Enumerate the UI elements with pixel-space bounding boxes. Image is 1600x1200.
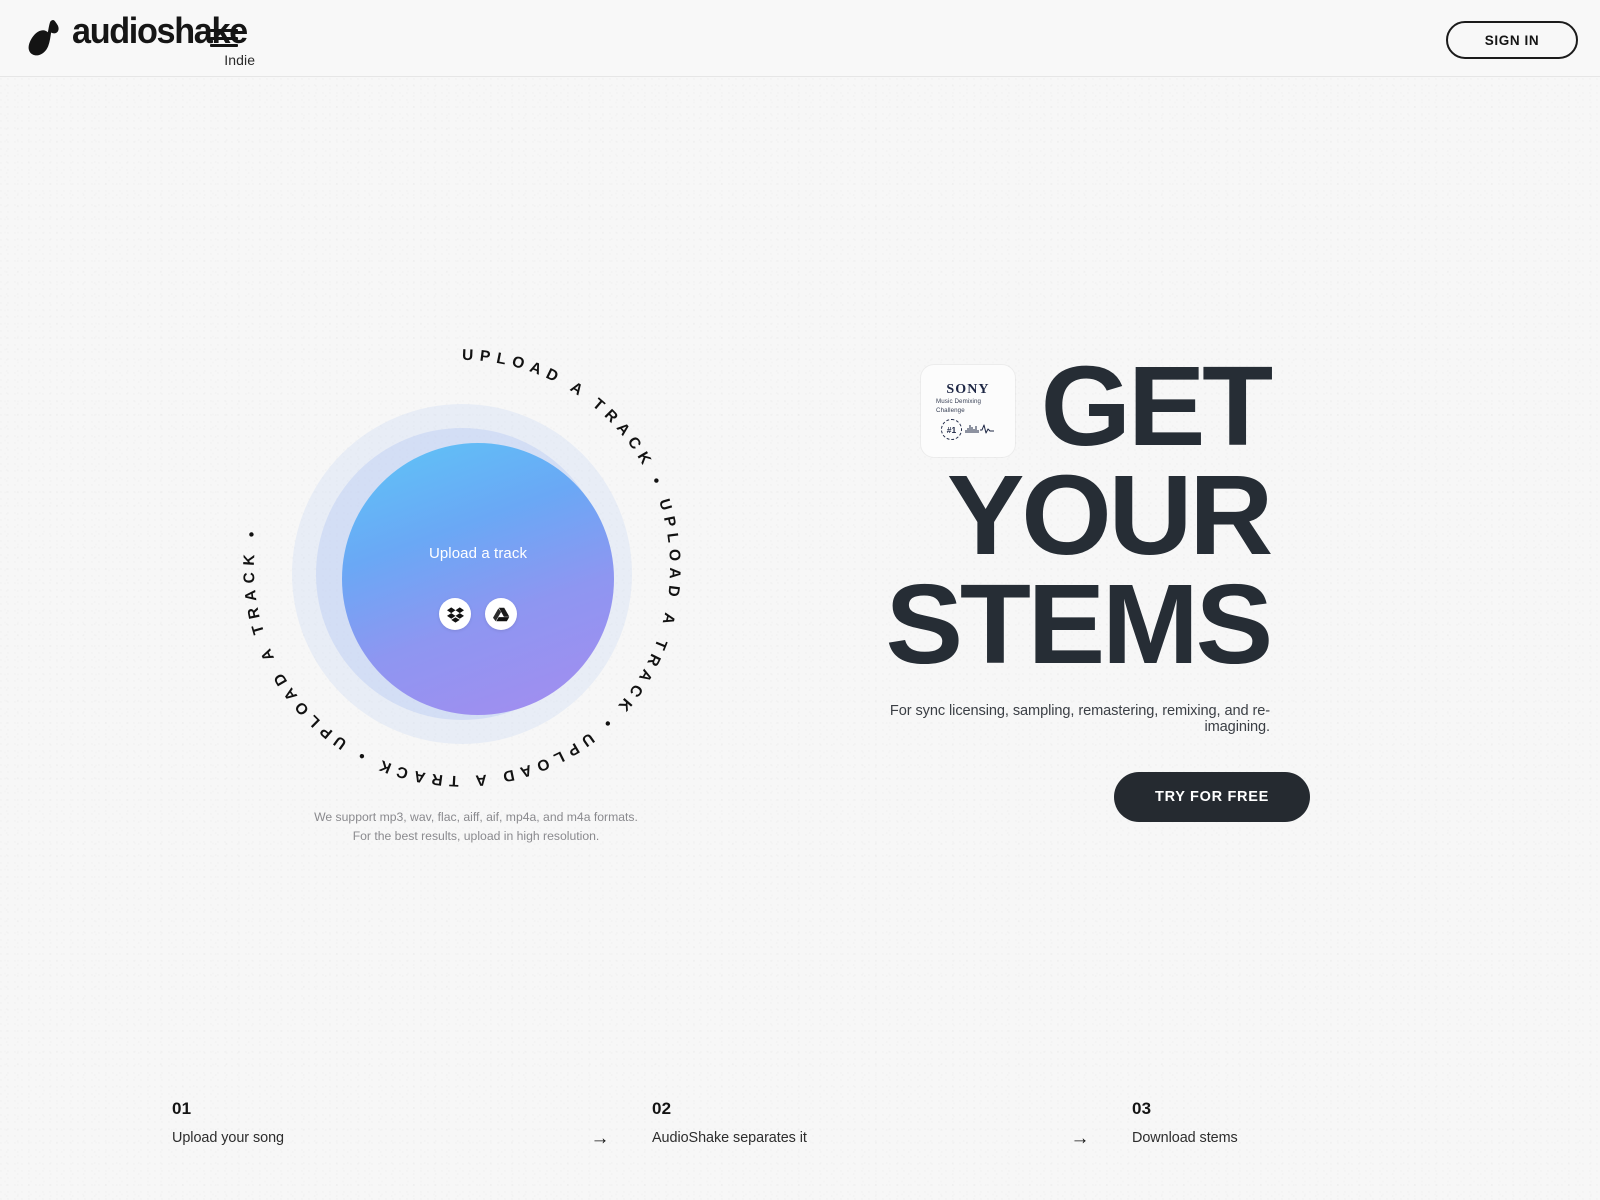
upload-dropzone-button[interactable]: Upload a track: [342, 443, 614, 715]
brand-plan-label: Indie: [224, 51, 256, 68]
step-item: 03 Download stems: [1110, 1100, 1530, 1146]
step-item: 01 Upload your song: [150, 1100, 570, 1146]
try-for-free-button[interactable]: TRY FOR FREE: [1114, 772, 1310, 822]
step-item: 02 AudioShake separates it: [630, 1100, 1050, 1146]
headline-line-1: GET: [1040, 343, 1274, 469]
formats-line-2: For the best results, upload in high res…: [352, 828, 600, 843]
audioshake-note-logo: [28, 20, 59, 56]
hamburger-menu-icon[interactable]: [210, 26, 238, 50]
upload-dropzone-label: Upload a track: [428, 545, 528, 562]
step-label: Upload your song: [172, 1130, 284, 1146]
headline-line-2: YOUR: [946, 452, 1273, 579]
supported-formats-note: We support mp3, wav, flac, aiff, aif, mp…: [176, 808, 776, 845]
upload-zone: UPLOAD A TRACK • UPLOAD A TRACK • UPLOAD…: [216, 318, 736, 858]
arrow-right-icon: →: [1070, 1128, 1090, 1149]
arrow-right-icon: →: [590, 1128, 610, 1149]
google-drive-icon[interactable]: [485, 598, 517, 630]
headline-line-3: STEMS: [885, 561, 1274, 688]
sign-in-button[interactable]: SIGN IN: [1446, 21, 1578, 59]
step-label: AudioShake separates it: [652, 1130, 807, 1146]
step-label: Download stems: [1132, 1130, 1238, 1146]
hero-section: SONY Music Demixing Challenge #1 GET YOU…: [840, 349, 1310, 822]
step-number: 02: [652, 1099, 672, 1118]
formats-line-1: We support mp3, wav, flac, aiff, aif, mp…: [314, 810, 638, 824]
step-number: 01: [172, 1099, 192, 1118]
hamburger-bar: [210, 29, 238, 32]
google-drive-glyph: [492, 607, 509, 621]
dropbox-glyph: [446, 606, 464, 623]
hamburger-bar: [210, 36, 238, 40]
how-it-works-steps: 01 Upload your song → 02 AudioShake sepa…: [0, 1100, 1600, 1200]
site-header: audioshake Indie SIGN IN: [0, 0, 1600, 77]
hero-subtitle: For sync licensing, sampling, remasterin…: [889, 703, 1270, 736]
hero-headline: GET YOUR STEMS: [827, 343, 1274, 688]
hamburger-bar: [210, 44, 238, 47]
dropbox-icon[interactable]: [439, 598, 471, 630]
step-number: 03: [1132, 1099, 1152, 1118]
cloud-service-row: [439, 598, 517, 630]
